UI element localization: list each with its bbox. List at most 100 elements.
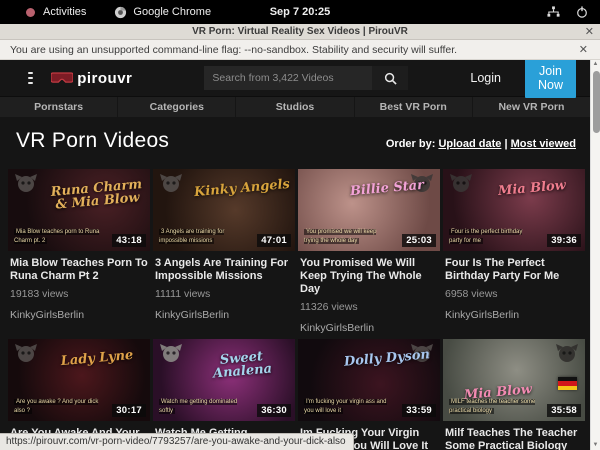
thumbnail-overlay-title: Sweet Analena [192,348,292,383]
browser-tab-bar: VR Porn: Virtual Reality Sex Videos | Pi… [0,24,600,40]
page-viewport: pirouvr Login Join Now Pornstars Categor… [0,60,600,450]
duration-badge: 30:17 [112,404,146,417]
video-thumbnail[interactable]: Runa Charm & Mia Blow Mia Blow teaches p… [8,169,150,251]
video-title-link[interactable]: Mia Blow Teaches Porn To Runa Charm Pt 2 [10,257,148,283]
thumbnail-caption: Are you awake ? And your dick also ? [14,398,102,416]
thumbnail-caption: You promised we will keep trying the who… [304,228,392,246]
video-title-link[interactable]: You Promised We Will Keep Trying The Who… [300,257,438,296]
video-thumbnail[interactable]: Billie Star You promised we will keep tr… [298,169,440,251]
search-bar [204,66,408,90]
scrollbar-thumb[interactable] [593,71,600,133]
system-top-bar: Activities Google Chrome Sep 7 20:25 [0,0,600,24]
thumbnail-caption: Four is the perfect birthday party for m… [449,228,537,246]
thumbnail-caption: 3 Angels are training for impossible mis… [159,228,247,246]
thumbnail-overlay-title: Runa Charm & Mia Blow [47,178,147,213]
clock[interactable]: Sep 7 20:25 [0,6,600,18]
video-thumbnail[interactable]: Mia Blow MILF teaches the teacher some p… [443,339,585,421]
thumbnail-overlay-title: Lady Lyne [47,348,146,370]
screen: Activities Google Chrome Sep 7 20:25 VR … [0,0,600,450]
video-card: Billie Star You promised we will keep tr… [298,169,440,334]
site-logo[interactable]: pirouvr [51,70,132,87]
site-logo-text: pirouvr [77,70,132,87]
video-views: 11326 views [300,301,438,313]
duration-badge: 43:18 [112,234,146,247]
studio-logo-icon [555,343,579,368]
thumbnail-caption: Mia Blow teaches porn to Runa Charm pt. … [14,228,102,246]
video-views: 19183 views [10,288,148,300]
duration-badge: 36:30 [257,404,291,417]
join-now-button[interactable]: Join Now [525,60,576,98]
duration-badge: 33:59 [402,404,436,417]
video-studio-link[interactable]: KinkyGirlsBerlin [445,309,583,321]
active-app-name: Google Chrome [133,6,211,18]
video-card: Mia Blow Four is the perfect birthday pa… [443,169,585,334]
tab-title[interactable]: VR Porn: Virtual Reality Sex Videos | Pi… [0,26,600,37]
video-thumbnail[interactable]: Lady Lyne Are you awake ? And your dick … [8,339,150,421]
search-input[interactable] [204,66,372,90]
video-views: 11111 views [155,288,293,300]
video-thumbnail[interactable]: Mia Blow Four is the perfect birthday pa… [443,169,585,251]
page-title: VR Porn Videos [16,129,169,153]
nav-item-best-vr-porn[interactable]: Best VR Porn [355,97,473,117]
network-icon[interactable] [547,6,560,18]
status-bar-url: https://pirouvr.com/vr-porn-video/779325… [0,433,354,450]
video-thumbnail[interactable]: Kinky Angels 3 Angels are training for i… [153,169,295,251]
duration-badge: 39:36 [547,234,581,247]
order-most-viewed-link[interactable]: Most viewed [511,138,576,150]
login-link[interactable]: Login [470,71,501,85]
menu-icon[interactable] [28,72,33,84]
power-icon[interactable] [576,6,588,18]
vr-headset-icon [51,71,73,85]
video-studio-link[interactable]: KinkyGirlsBerlin [300,322,438,334]
video-card: Kinky Angels 3 Angels are training for i… [153,169,295,334]
video-thumbnail[interactable]: Sweet Analena Watch me getting dominated… [153,339,295,421]
warning-bar: You are using an unsupported command-lin… [0,40,600,60]
thumbnail-caption: MILF teaches the teacher some practical … [449,398,537,416]
video-title-link[interactable]: Milf Teaches The Teacher Some Practical … [445,427,583,450]
nav-item-studios[interactable]: Studios [236,97,354,117]
studio-logo-icon [14,173,38,198]
thumbnail-caption: I'm fucking your virgin ass and you will… [304,398,392,416]
video-card: Mia Blow MILF teaches the teacher some p… [443,339,585,450]
video-title-link[interactable]: 3 Angels Are Training For Impossible Mis… [155,257,293,283]
site-header: pirouvr Login Join Now [0,60,590,96]
video-thumbnail[interactable]: Dolly Dyson I'm fucking your virgin ass … [298,339,440,421]
scrollbar[interactable]: ▲ ▼ [590,60,600,450]
studio-logo-icon [159,173,183,198]
warning-message: You are using an unsupported command-lin… [10,44,457,56]
scroll-down-icon[interactable]: ▼ [591,441,600,450]
tab-close-icon[interactable]: ✕ [585,25,594,38]
active-app-menu[interactable]: Google Chrome [114,6,211,19]
order-upload-date-link[interactable]: Upload date [438,138,501,150]
main-nav: Pornstars Categories Studios Best VR Por… [0,96,590,117]
chrome-icon [114,6,127,19]
video-grid: Runa Charm & Mia Blow Mia Blow teaches p… [8,169,590,450]
video-studio-link[interactable]: KinkyGirlsBerlin [10,309,148,321]
duration-badge: 25:03 [402,234,436,247]
search-button[interactable] [372,66,408,90]
nav-item-pornstars[interactable]: Pornstars [0,97,118,117]
order-separator: | [504,138,507,150]
german-flag-icon [558,377,577,390]
activities-button[interactable]: Activities [43,6,86,18]
thumbnail-overlay-title: Kinky Angels [192,178,291,200]
video-card: Runa Charm & Mia Blow Mia Blow teaches p… [8,169,150,334]
studio-logo-icon [14,343,38,368]
nav-item-new-vr-porn[interactable]: New VR Porn [473,97,590,117]
studio-logo-icon [449,173,473,198]
search-icon [384,72,397,85]
thumbnail-overlay-title: Mia Blow [482,178,581,200]
video-studio-link[interactable]: KinkyGirlsBerlin [155,309,293,321]
order-by: Order by: Upload date | Most viewed [386,138,576,150]
studio-logo-icon [159,343,183,368]
recording-indicator-icon [26,8,35,17]
warning-close-icon[interactable]: ✕ [579,43,588,56]
duration-badge: 47:01 [257,234,291,247]
thumbnail-caption: Watch me getting dominated softly [159,398,247,416]
nav-item-categories[interactable]: Categories [118,97,236,117]
duration-badge: 35:58 [547,404,581,417]
order-by-label: Order by: [386,138,436,150]
video-views: 6958 views [445,288,583,300]
video-title-link[interactable]: Four Is The Perfect Birthday Party For M… [445,257,583,283]
scroll-up-icon[interactable]: ▲ [591,60,600,69]
